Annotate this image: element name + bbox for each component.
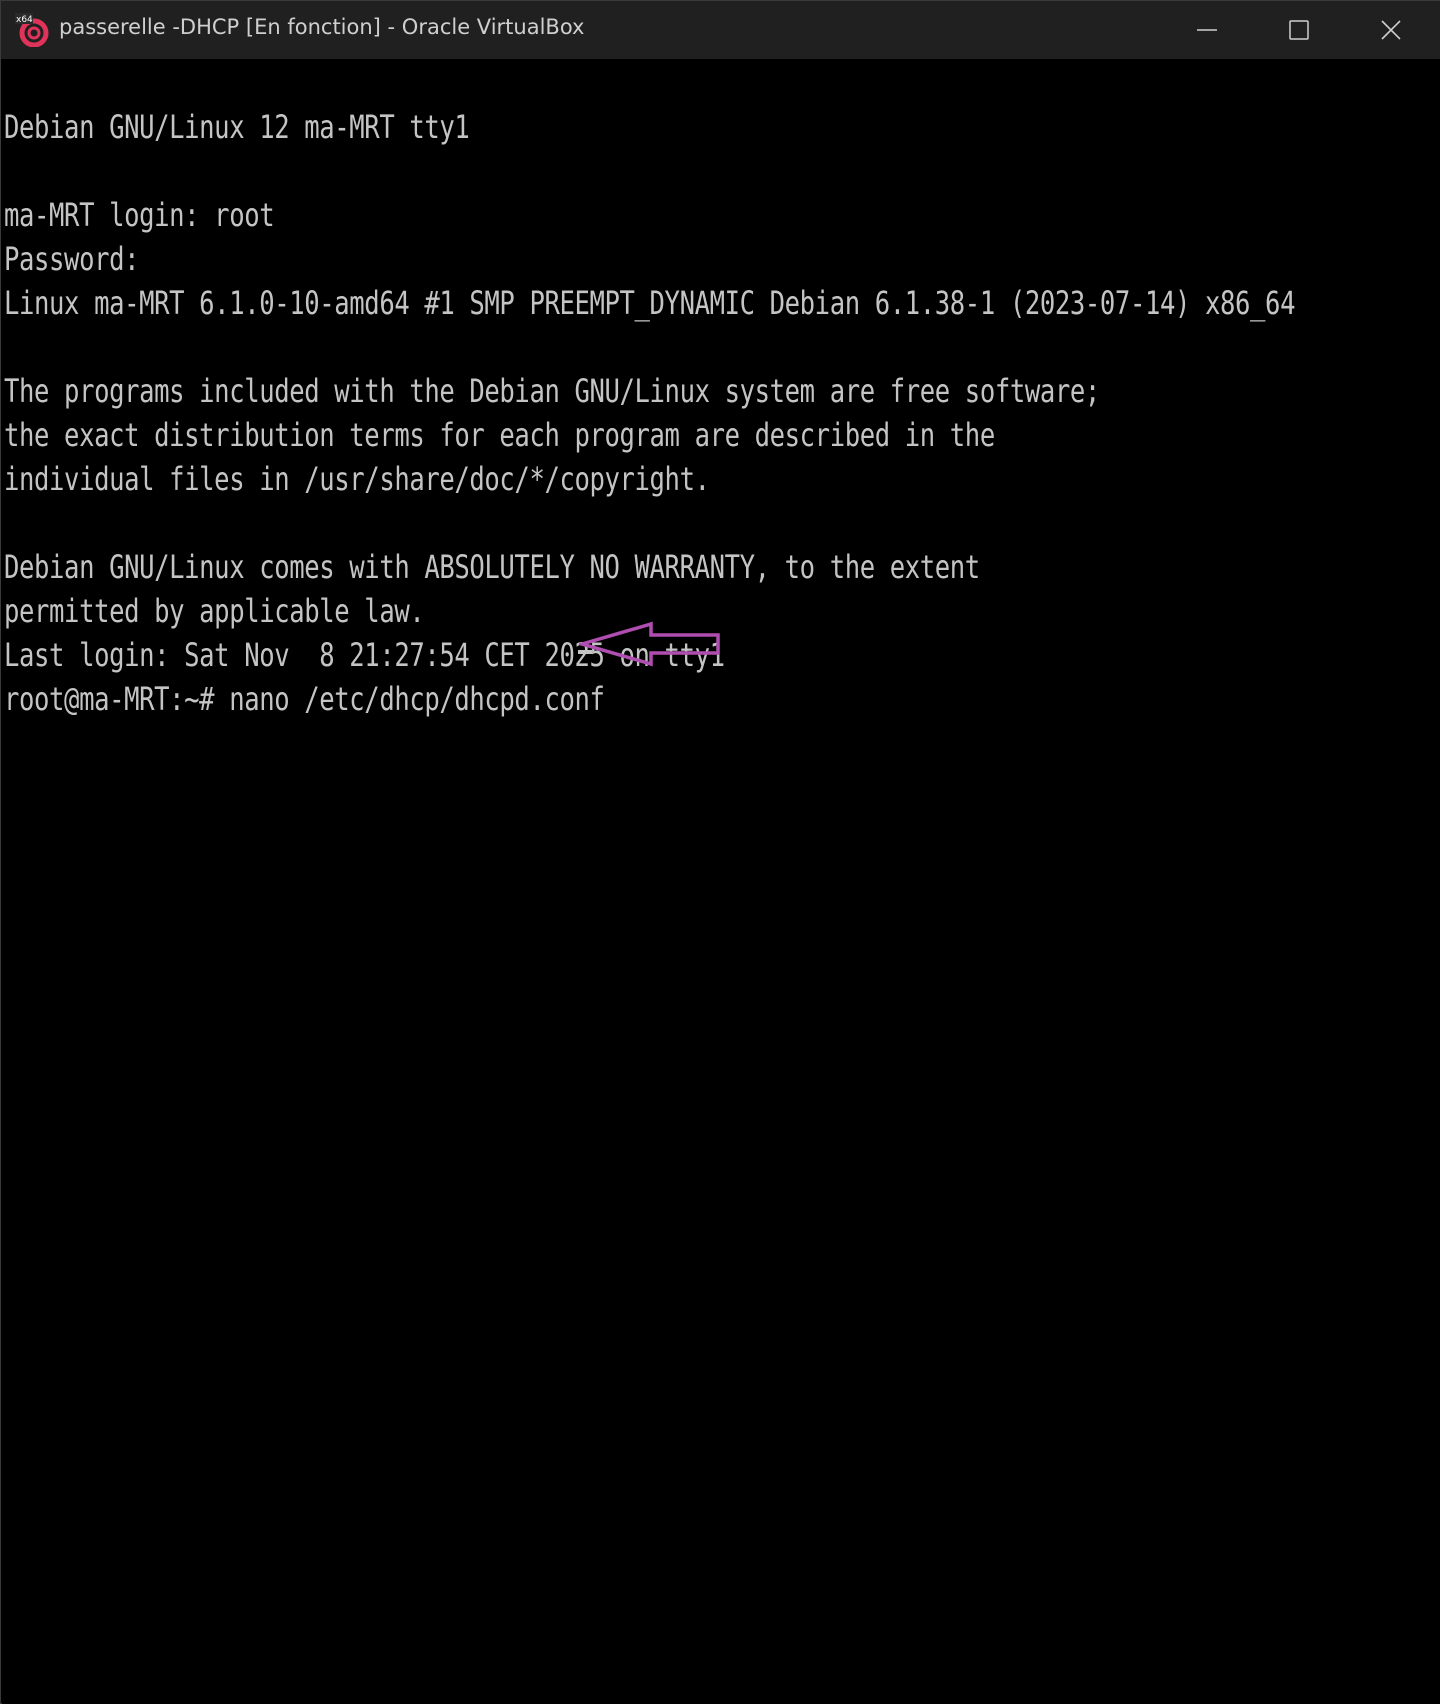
title-bar[interactable]: x64 passerelle -DHCP [En fonction] - Ora… bbox=[1, 1, 1440, 59]
close-button[interactable] bbox=[1345, 1, 1437, 59]
minimize-button[interactable] bbox=[1161, 1, 1253, 59]
minimize-icon bbox=[1197, 29, 1217, 31]
console-line: the exact distribution terms for each pr… bbox=[4, 416, 995, 454]
virtualbox-icon: x64 bbox=[15, 13, 49, 47]
console-line: The programs included with the Debian GN… bbox=[4, 372, 1100, 410]
console-line: permitted by applicable law. bbox=[4, 592, 425, 630]
window-title: passerelle -DHCP [En fonction] - Oracle … bbox=[59, 15, 585, 39]
console-line: individual files in /usr/share/doc/*/cop… bbox=[4, 460, 710, 498]
console-line: Password: bbox=[4, 240, 140, 278]
console-line: ma-MRT login: root bbox=[4, 196, 275, 234]
console-line: Linux ma-MRT 6.1.0-10-amd64 #1 SMP PREEM… bbox=[4, 284, 1296, 322]
console-line: Debian GNU/Linux 12 ma-MRT tty1 bbox=[4, 108, 470, 146]
console-prompt-line: root@ma-MRT:~# nano /etc/dhcp/dhcpd.conf bbox=[4, 680, 605, 718]
virtualbox-window: x64 passerelle -DHCP [En fonction] - Ora… bbox=[0, 0, 1440, 1704]
arrow-left-icon bbox=[579, 621, 720, 667]
maximize-button[interactable] bbox=[1253, 1, 1345, 59]
close-icon bbox=[1381, 20, 1401, 40]
arch-badge: x64 bbox=[16, 15, 33, 25]
maximize-icon bbox=[1289, 20, 1309, 40]
vm-console-screen[interactable]: Debian GNU/Linux 12 ma-MRT tty1 ma-MRT l… bbox=[2, 59, 1440, 1704]
console-line: Debian GNU/Linux comes with ABSOLUTELY N… bbox=[4, 548, 980, 586]
